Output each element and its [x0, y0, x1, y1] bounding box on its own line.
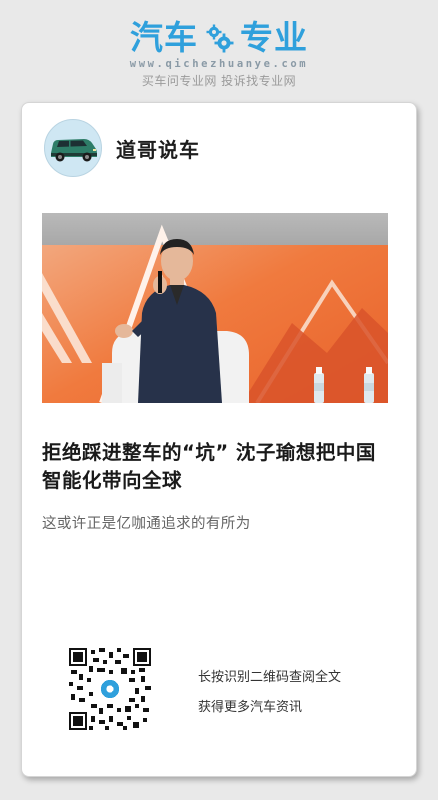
gear-icon	[204, 23, 234, 53]
share-card: 道哥说车 拒绝踩进整车的“坑” 沈子瑜想把中国智能化带向全球 这或许正是亿咖通追…	[21, 102, 417, 777]
brand-logo[interactable]: 汽车 专业	[0, 18, 438, 58]
logo-text-left: 汽车	[130, 18, 198, 57]
brand-slogan: 买车问专业网 投诉找专业网	[141, 74, 297, 88]
article-subtitle: 这或许正是亿咖通追求的有所为	[42, 516, 251, 532]
brand-url: www.qichezhuanye.com	[129, 58, 309, 70]
author-row[interactable]: 道哥说车	[44, 119, 200, 177]
brand-header: 汽车 专业 www.qichezhuanye.com 买车问专业网 投诉找专业网	[0, 0, 438, 100]
qr-caption: 长按识别二维码查阅全文 获得更多汽车资讯	[198, 663, 398, 723]
logo-text-right: 专业	[240, 18, 308, 57]
qr-caption-line2: 获得更多汽车资讯	[198, 700, 303, 715]
car-avatar-icon[interactable]	[44, 119, 102, 177]
qr-caption-line1: 长按识别二维码查阅全文	[198, 670, 342, 685]
author-name[interactable]: 道哥说车	[116, 134, 200, 163]
article-photo[interactable]	[42, 213, 388, 403]
qr-code-icon[interactable]	[69, 648, 151, 730]
article-headline[interactable]: 拒绝踩进整车的“坑” 沈子瑜想把中国智能化带向全球	[42, 439, 394, 495]
